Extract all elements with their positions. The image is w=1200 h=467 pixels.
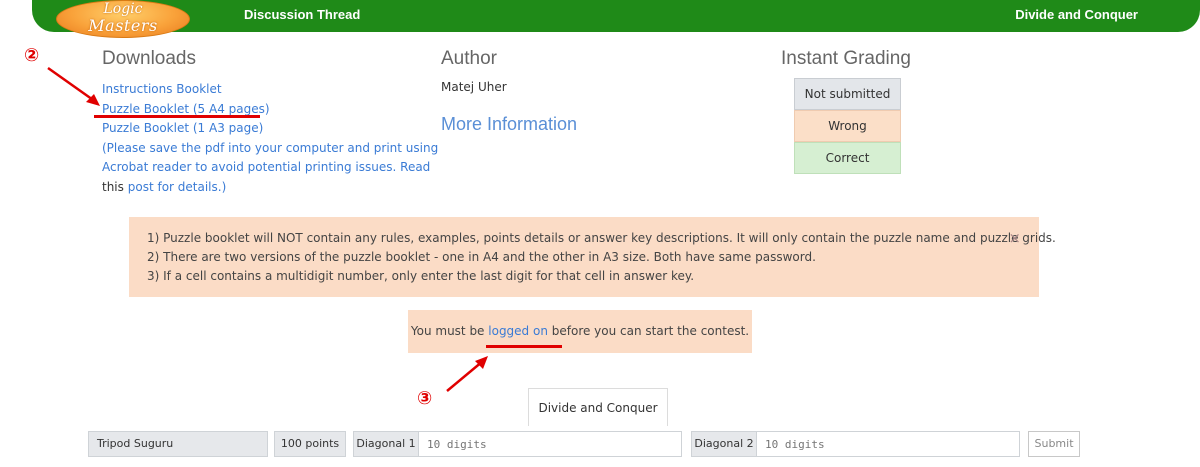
logo-text-line2: Masters [88,16,158,35]
points-label: 100 points [274,431,346,457]
login-text-before: You must be [410,324,489,338]
nav-contest-title[interactable]: Divide and Conquer [1015,7,1138,22]
notice-line-1: 1) Puzzle booklet will NOT contain any r… [147,231,1056,245]
more-information-link[interactable]: More Information [441,114,577,135]
top-nav-bar: Discussion Thread Divide and Conquer [32,0,1200,32]
downloads-links: Instructions Booklet Puzzle Booklet (5 A… [102,80,438,197]
author-name: Matej Uher [441,80,507,94]
puzzle-name-label: Tripod Suguru [88,431,268,457]
diagonal-2-label: Diagonal 2 [691,431,757,457]
annotation-number-3: ③ [417,388,433,409]
diagonal-1-input[interactable] [418,431,682,457]
author-heading: Author [441,48,497,69]
annotation-underline-logged-on [486,345,562,348]
puzzle-booklet-a4-link[interactable]: Puzzle Booklet (5 A4 pages) [102,102,270,116]
instant-grading-heading: Instant Grading [781,48,911,69]
annotation-underline-a4 [94,115,260,118]
close-icon[interactable]: × [1008,229,1021,247]
submit-button[interactable]: Submit [1028,431,1080,457]
print-note-this: this [102,179,124,194]
notice-line-3: 3) If a cell contains a multidigit numbe… [147,269,695,283]
downloads-heading: Downloads [102,48,196,69]
logo-text-line1: Logic [103,1,143,17]
logged-on-link[interactable]: logged on [488,324,548,338]
nav-discussion-thread[interactable]: Discussion Thread [244,7,360,22]
instructions-booklet-link[interactable]: Instructions Booklet [102,82,222,96]
diagonal-1-label: Diagonal 1 [353,431,419,457]
grade-not-submitted: Not submitted [794,78,901,110]
diagonal-2-input[interactable] [756,431,1020,457]
annotation-arrow-2-icon [47,66,100,106]
login-required-message: You must be logged on before you can sta… [408,310,752,353]
post-details-link[interactable]: post for details.) [128,180,227,194]
annotation-number-2: ② [24,45,40,66]
print-note-line1: (Please save the pdf into your computer … [102,140,439,155]
grade-correct: Correct [794,142,901,174]
tab-divide-and-conquer[interactable]: Divide and Conquer [528,388,668,426]
logic-masters-logo[interactable]: Logic Masters [56,0,190,38]
annotation-arrow-3-icon [446,356,488,392]
grade-wrong: Wrong [794,110,901,142]
booklet-notice-alert: 1) Puzzle booklet will NOT contain any r… [129,217,1056,297]
notice-line-2: 2) There are two versions of the puzzle … [147,250,816,264]
print-note-line2: Acrobat reader to avoid potential printi… [102,160,431,174]
puzzle-booklet-a3-link[interactable]: Puzzle Booklet (1 A3 page) [102,121,263,135]
login-text-after: before you can start the contest. [547,324,750,338]
